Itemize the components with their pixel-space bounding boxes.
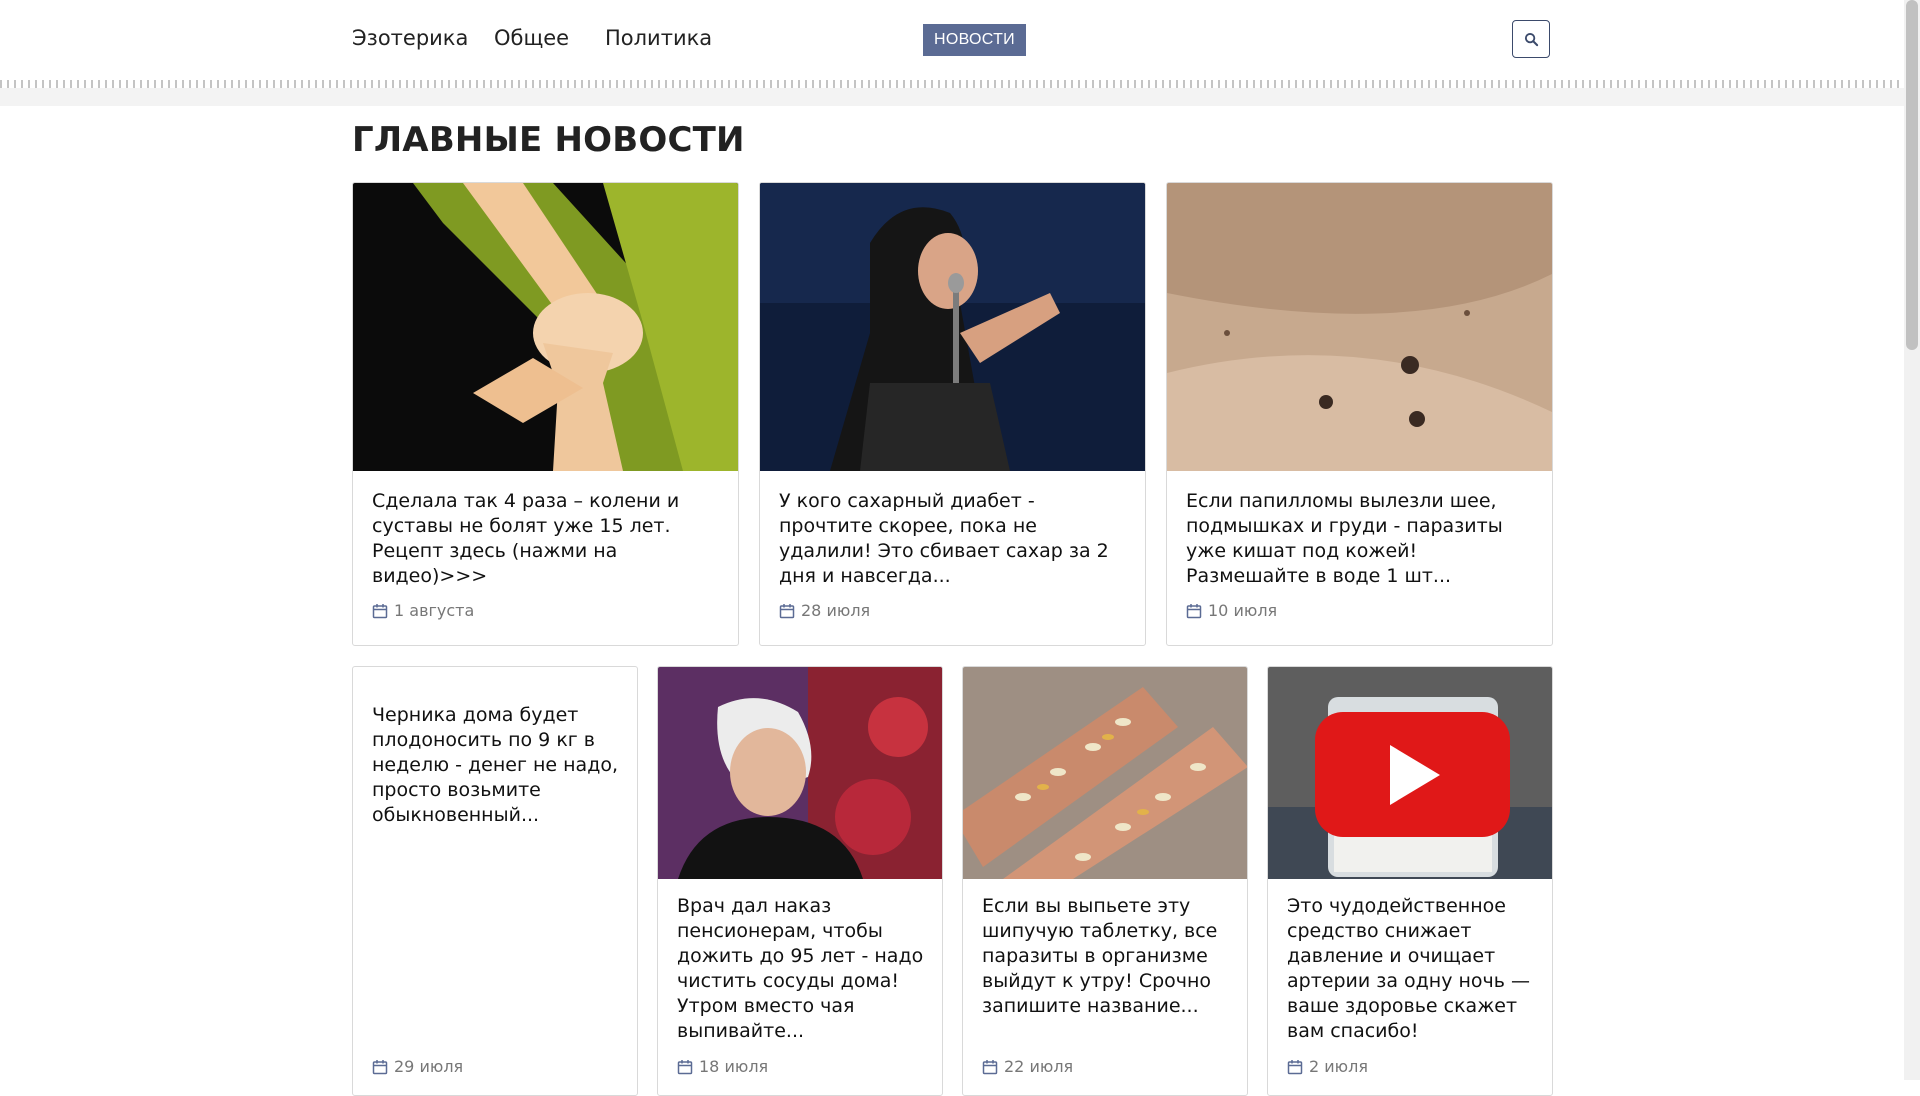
news-card-date: 10 июля xyxy=(1186,601,1277,620)
news-card-image[interactable] xyxy=(963,667,1247,879)
news-card-title[interactable]: Черника дома будет плодоносить по 9 кг в… xyxy=(372,703,621,828)
header-stripe xyxy=(0,88,1904,106)
calendar-icon xyxy=(677,1059,693,1074)
news-card-date: 18 июля xyxy=(677,1057,768,1076)
news-card-title[interactable]: Сделала так 4 раза – колени и суставы не… xyxy=(372,489,722,589)
nav-item-esoterics[interactable]: Эзотерика xyxy=(352,26,468,50)
calendar-icon xyxy=(779,603,795,618)
news-card[interactable]: Если папилломы вылезли шее, подмышках и … xyxy=(1166,182,1553,646)
news-card-image[interactable] xyxy=(353,183,738,471)
news-card-date: 22 июля xyxy=(982,1057,1073,1076)
search-button[interactable] xyxy=(1512,20,1550,58)
news-card-date-text: 29 июля xyxy=(394,1057,464,1076)
news-button[interactable]: НОВОСТИ xyxy=(923,24,1026,56)
news-card-date: 28 июля xyxy=(779,601,870,620)
news-card[interactable]: Это чудодейственное средство снижает дав… xyxy=(1267,666,1553,1096)
news-card-image[interactable] xyxy=(760,183,1145,471)
news-card[interactable]: У кого сахарный диабет - прочтите скорее… xyxy=(759,182,1146,646)
calendar-icon xyxy=(372,1059,388,1074)
nav-item-politics[interactable]: Политика xyxy=(605,26,712,50)
news-card-date-text: 2 июля xyxy=(1309,1057,1368,1076)
news-card-date-text: 1 августа xyxy=(394,601,475,620)
news-card-date: 2 июля xyxy=(1287,1057,1368,1076)
nav-item-general[interactable]: Общее xyxy=(494,26,569,50)
news-card-date-text: 22 июля xyxy=(1004,1057,1074,1076)
calendar-icon xyxy=(982,1059,998,1074)
header-divider xyxy=(0,80,1904,88)
news-card-title[interactable]: У кого сахарный диабет - прочтите скорее… xyxy=(779,489,1129,589)
news-card-date-text: 28 июля xyxy=(801,601,871,620)
scrollbar-thumb[interactable] xyxy=(1906,0,1918,350)
site-header: Эзотерика Общее Политика НОВОСТИ xyxy=(0,0,1904,80)
news-card-date-text: 10 июля xyxy=(1208,601,1278,620)
news-card-image[interactable] xyxy=(1268,667,1552,879)
news-card[interactable]: Черника дома будет плодоносить по 9 кг в… xyxy=(352,666,638,1096)
news-card-date: 1 августа xyxy=(372,601,474,620)
search-icon xyxy=(1524,32,1538,46)
calendar-icon xyxy=(1186,603,1202,618)
news-card-title[interactable]: Это чудодейственное средство снижает дав… xyxy=(1287,894,1536,1044)
news-card-title[interactable]: Врач дал наказ пенсионерам, чтобы дожить… xyxy=(677,894,926,1044)
news-card-title[interactable]: Если вы выпьете эту шипучую таблетку, вс… xyxy=(982,894,1231,1019)
news-card[interactable]: Сделала так 4 раза – колени и суставы не… xyxy=(352,182,739,646)
calendar-icon xyxy=(372,603,388,618)
news-card[interactable]: Врач дал наказ пенсионерам, чтобы дожить… xyxy=(657,666,943,1096)
news-card-date: 29 июля xyxy=(372,1057,463,1076)
news-card-image[interactable] xyxy=(1167,183,1552,471)
news-card-date-text: 18 июля xyxy=(699,1057,769,1076)
page-title: ГЛАВНЫЕ НОВОСТИ xyxy=(352,120,745,160)
news-card[interactable]: Если вы выпьете эту шипучую таблетку, вс… xyxy=(962,666,1248,1096)
calendar-icon xyxy=(1287,1059,1303,1074)
news-card-image[interactable] xyxy=(658,667,942,879)
news-card-title[interactable]: Если папилломы вылезли шее, подмышках и … xyxy=(1186,489,1536,589)
